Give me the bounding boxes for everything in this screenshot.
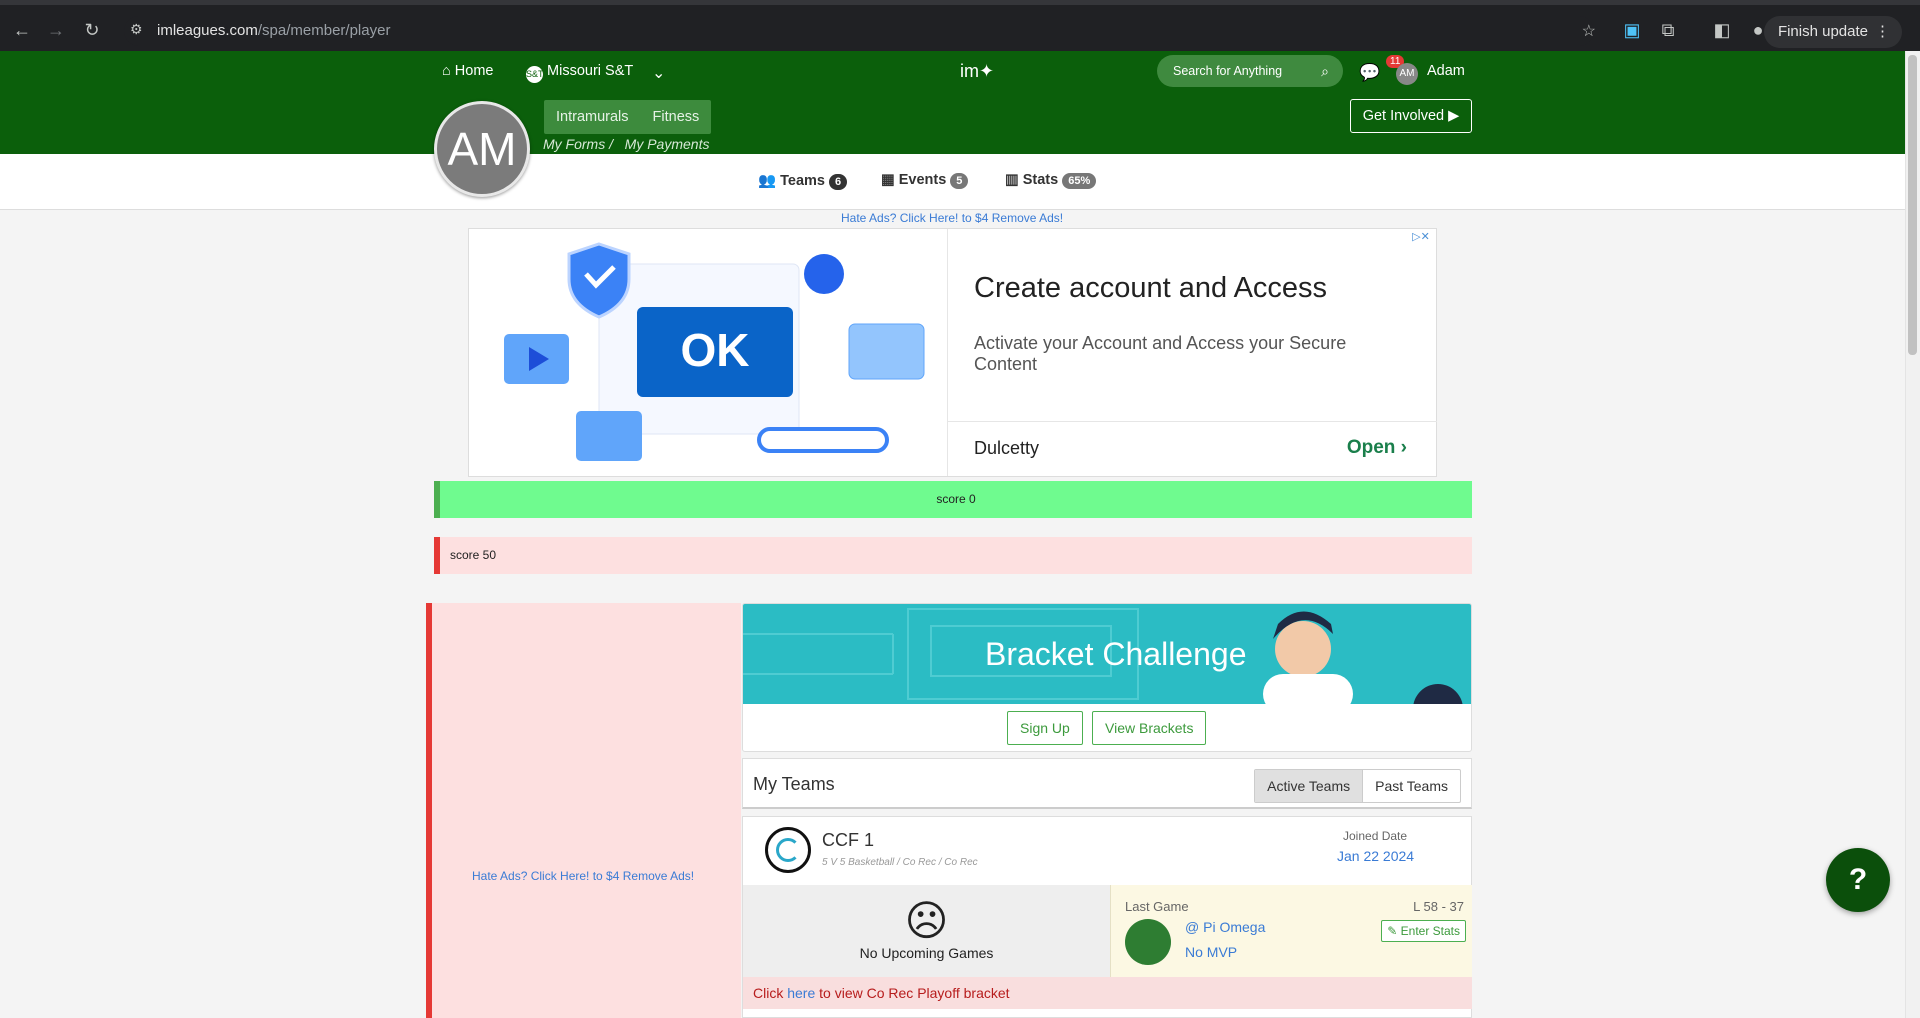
user-avatar-small[interactable]: AM bbox=[1396, 63, 1418, 85]
side-panel-icon[interactable]: ◧ bbox=[1710, 18, 1734, 42]
bracket-title: Bracket Challenge bbox=[985, 636, 1247, 672]
advertisement[interactable]: OK Create account and Access Activate yo… bbox=[468, 228, 1437, 477]
playoff-notice: Click here to view Co Rec Playoff bracke… bbox=[743, 977, 1472, 1009]
browser-toolbar: ← → ↻ ⚙ imleagues.com/spa/member/player … bbox=[0, 0, 1920, 51]
joined-label: Joined Date bbox=[1343, 829, 1408, 843]
alert-red: score 50 bbox=[434, 537, 1472, 574]
alert-green: score 0 bbox=[434, 481, 1472, 518]
site-info-icon[interactable]: ⚙ bbox=[130, 21, 143, 38]
opponent-link[interactable]: @ Pi Omega bbox=[1185, 919, 1265, 935]
opponent-logo[interactable] bbox=[1125, 919, 1171, 965]
bracket-banner[interactable]: Bracket Challenge bbox=[743, 604, 1471, 704]
calendar-icon: ▦ bbox=[881, 172, 895, 188]
frown-icon: ☹ bbox=[904, 897, 949, 944]
side-ad-panel: Hate Ads? Click Here! to $4 Remove Ads! bbox=[426, 603, 741, 1018]
upcoming-games: ☹ No Upcoming Games bbox=[743, 885, 1110, 977]
remove-ads-link[interactable]: Hate Ads? Click Here! to $4 Remove Ads! bbox=[841, 211, 1063, 225]
sign-up-button[interactable]: Sign Up bbox=[1007, 711, 1083, 745]
joined-date: Jan 22 2024 bbox=[1337, 848, 1415, 864]
my-teams-header: My Teams Active Teams Past Teams bbox=[742, 758, 1472, 809]
url-path: /spa/member/player bbox=[257, 22, 391, 39]
ad-brand: Dulcetty bbox=[974, 438, 1040, 458]
ad-headline: Create account and Access bbox=[974, 272, 1328, 304]
my-teams-title: My Teams bbox=[753, 774, 835, 794]
search-icon: ⌕ bbox=[1321, 63, 1329, 79]
subtabs: Intramurals Fitness bbox=[544, 100, 712, 134]
playoff-here-link[interactable]: here bbox=[787, 985, 815, 1001]
imleagues-logo[interactable]: im✦ bbox=[960, 61, 994, 82]
school-logo-icon: S&T bbox=[526, 66, 544, 83]
get-involved-button[interactable]: Get Involved ▶ bbox=[1350, 99, 1472, 133]
site-header: ⌂ Home S&T Missouri S&T ⌄ im✦ Search for… bbox=[0, 51, 1905, 154]
help-button[interactable]: ? bbox=[1826, 848, 1890, 912]
extension-icon[interactable]: ▣ bbox=[1620, 18, 1644, 42]
home-link[interactable]: ⌂ Home bbox=[442, 63, 493, 79]
tab-fitness[interactable]: Fitness bbox=[641, 109, 712, 125]
team-logo[interactable] bbox=[765, 827, 811, 873]
ad-description: Activate your Account and Access your Se… bbox=[974, 333, 1347, 374]
page-scrollbar[interactable] bbox=[1905, 51, 1920, 1018]
tab-intramurals[interactable]: Intramurals bbox=[544, 109, 641, 125]
forward-icon[interactable]: → bbox=[44, 18, 68, 42]
ad-ok-text: OK bbox=[681, 324, 750, 376]
past-teams-button[interactable]: Past Teams bbox=[1363, 770, 1460, 802]
last-game-label: Last Game bbox=[1125, 899, 1189, 914]
extensions-puzzle-icon[interactable]: ⧉ bbox=[1656, 18, 1680, 42]
team-card: CCF 1 5 V 5 Basketball / Co Rec / Co Rec… bbox=[742, 816, 1472, 1018]
profile-tabbar: 👥 Teams 6 ▦ Events 5 ▥ Stats 65% bbox=[0, 154, 1905, 210]
reload-icon[interactable]: ↻ bbox=[80, 18, 104, 42]
ad-illustration: OK bbox=[504, 242, 925, 461]
teams-icon: 👥 bbox=[758, 173, 777, 189]
enter-stats-button[interactable]: ✎ Enter Stats bbox=[1381, 920, 1466, 942]
active-teams-button[interactable]: Active Teams bbox=[1255, 770, 1364, 802]
my-forms-link[interactable]: My Forms / bbox=[543, 136, 613, 152]
question-icon: ? bbox=[1848, 863, 1868, 896]
last-game-score: L 58 - 37 bbox=[1413, 899, 1464, 914]
team-filter-toggle: Active Teams Past Teams bbox=[1254, 769, 1461, 803]
profile-avatar[interactable]: AM bbox=[434, 101, 530, 197]
user-name[interactable]: Adam bbox=[1427, 63, 1465, 79]
team-name[interactable]: CCF 1 bbox=[822, 830, 874, 851]
url-host: imleagues.com bbox=[157, 22, 258, 39]
view-brackets-button[interactable]: View Brackets bbox=[1092, 711, 1207, 745]
school-selector[interactable]: S&T Missouri S&T bbox=[526, 63, 633, 83]
tab-teams[interactable]: 👥 Teams 6 bbox=[758, 172, 848, 190]
chevron-down-icon[interactable]: ⌄ bbox=[652, 63, 665, 83]
side-remove-ads-link[interactable]: Hate Ads? Click Here! to $4 Remove Ads! bbox=[472, 869, 694, 883]
team-league: 5 V 5 Basketball / Co Rec / Co Rec bbox=[822, 857, 978, 868]
last-game: Last Game L 58 - 37 @ Pi Omega No MVP ✎ … bbox=[1110, 885, 1472, 977]
finish-update-button[interactable]: Finish update ⋮ bbox=[1763, 16, 1902, 48]
ad-close-icon[interactable]: ▷✕ bbox=[1406, 229, 1436, 245]
back-icon[interactable]: ← bbox=[10, 18, 34, 42]
bar-chart-icon: ▥ bbox=[1005, 172, 1019, 188]
bracket-challenge-card: Bracket Challenge Sign Up View Brackets bbox=[742, 603, 1472, 752]
address-bar[interactable]: ⚙ imleagues.com/spa/member/player ☆ bbox=[124, 16, 1596, 46]
ad-open-button[interactable]: Open › bbox=[1347, 437, 1407, 459]
no-upcoming-text: No Upcoming Games bbox=[859, 945, 994, 961]
bookmark-star-icon[interactable]: ☆ bbox=[1582, 21, 1596, 41]
mvp-link[interactable]: No MVP bbox=[1185, 944, 1237, 960]
my-payments-link[interactable]: My Payments bbox=[625, 136, 710, 152]
search-input[interactable]: Search for Anything ⌕ bbox=[1157, 55, 1343, 87]
messages-icon[interactable]: 💬 bbox=[1359, 63, 1380, 83]
tab-events[interactable]: ▦ Events 5 bbox=[881, 172, 969, 189]
tab-stats[interactable]: ▥ Stats 65% bbox=[1005, 172, 1097, 189]
